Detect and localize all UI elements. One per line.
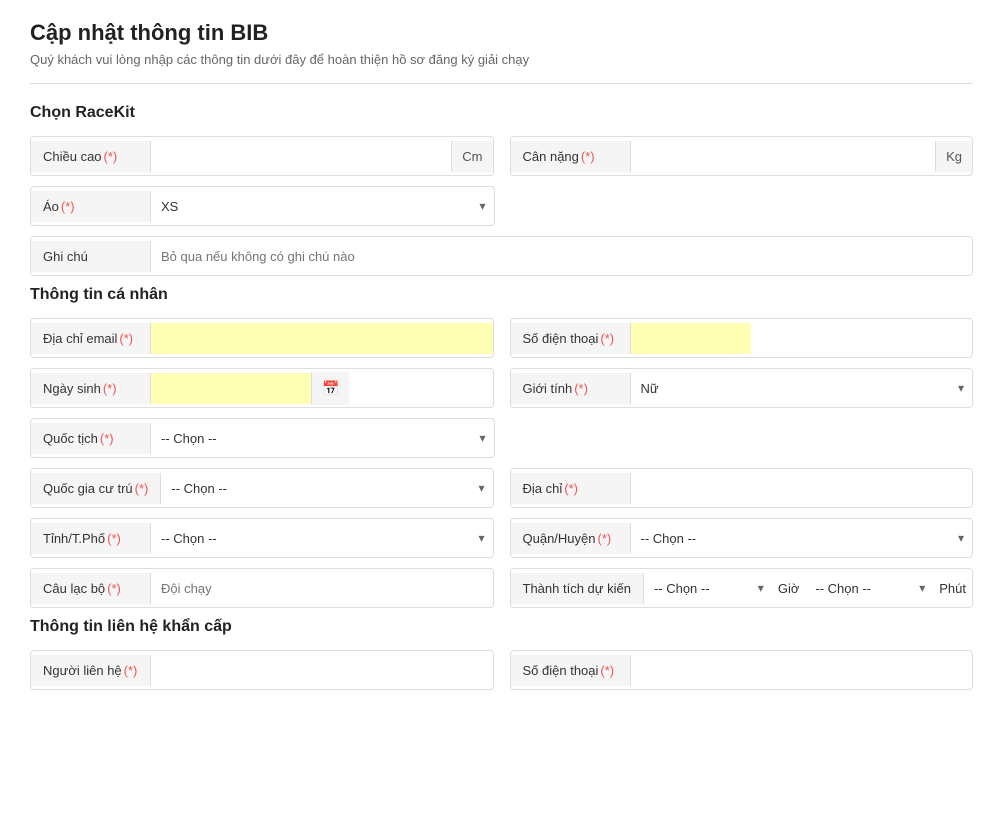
gender-select[interactable]: Nữ Nam <box>631 373 973 404</box>
province-select[interactable]: -- Chọn -- <box>151 523 493 554</box>
page-title: Cập nhật thông tin BIB <box>30 20 973 46</box>
emergency-phone-field-group: Số điện thoại(*) <box>510 650 974 690</box>
address-input[interactable] <box>631 473 973 504</box>
weight-label: Cân nặng(*) <box>511 141 631 172</box>
note-field-group: Ghi chú <box>30 236 973 276</box>
minute-label: Phút <box>933 581 972 596</box>
email-phone-row: Địa chỉ email(*) Số điện thoại(*) <box>30 318 973 358</box>
gender-label: Giới tính(*) <box>511 373 631 404</box>
achievement-select-wrapper: -- Chọn -- ▾ <box>644 573 772 604</box>
note-input[interactable] <box>151 241 972 272</box>
address-field-group: Địa chỉ(*) <box>510 468 974 508</box>
achievement-label: Thành tích dự kiến <box>511 573 644 604</box>
club-achievement-row: Câu lạc bộ(*) Thành tích dự kiến -- Chọn… <box>30 568 973 608</box>
club-input[interactable] <box>151 573 493 604</box>
club-label: Câu lạc bộ(*) <box>31 573 151 604</box>
height-input[interactable] <box>151 141 451 172</box>
racekit-section-title: Chọn RaceKit <box>30 104 973 122</box>
district-field-group: Quận/Huyện(*) -- Chọn -- ▾ <box>510 518 974 558</box>
weight-unit: Kg <box>935 141 972 172</box>
emergency-section-title: Thông tin liên hệ khẩn cấp <box>30 618 973 636</box>
phone-label: Số điện thoại(*) <box>511 323 631 354</box>
emergency-contact-field-group: Người liên hệ(*) <box>30 650 494 690</box>
hour-select[interactable]: -- Chọn -- <box>805 573 933 604</box>
shirt-row: Áo(*) XS S M L XL XXL ▾ <box>30 186 973 226</box>
province-select-wrapper: -- Chọn -- ▾ <box>151 523 493 554</box>
address-label: Địa chỉ(*) <box>511 473 631 504</box>
height-label: Chiều cao(*) <box>31 141 151 172</box>
height-field-group: Chiều cao(*) Cm <box>30 136 494 176</box>
achievement-field-group: Thành tích dự kiến -- Chọn -- ▾ Giờ -- C… <box>510 568 974 608</box>
nationality-select-wrapper: -- Chọn -- ▾ <box>151 423 494 454</box>
nationality-field-group: Quốc tịch(*) -- Chọn -- ▾ <box>30 418 495 458</box>
hour-label: Giờ <box>772 581 806 596</box>
shirt-select-wrapper: XS S M L XL XXL ▾ <box>151 191 494 222</box>
district-select-wrapper: -- Chọn -- ▾ <box>631 523 973 554</box>
country-select-wrapper: -- Chọn -- ▾ <box>161 473 492 504</box>
weight-field-group: Cân nặng(*) Kg <box>510 136 974 176</box>
email-field-group: Địa chỉ email(*) <box>30 318 494 358</box>
achievement-select[interactable]: -- Chọn -- <box>644 573 772 604</box>
dob-gender-row: Ngày sinh(*) 📅 Giới tính(*) Nữ Nam ▾ <box>30 368 973 408</box>
nationality-row: Quốc tịch(*) -- Chọn -- ▾ <box>30 418 973 458</box>
emergency-phone-input[interactable] <box>631 655 973 686</box>
divider <box>30 83 973 84</box>
country-address-row: Quốc gia cư trú(*) -- Chọn -- ▾ Địa chỉ(… <box>30 468 973 508</box>
nationality-select[interactable]: -- Chọn -- <box>151 423 494 454</box>
nationality-row-spacer <box>511 418 974 458</box>
province-district-row: Tỉnh/T.Phố(*) -- Chọn -- ▾ Quận/Huyện(*)… <box>30 518 973 558</box>
nationality-label: Quốc tịch(*) <box>31 423 151 454</box>
page-subtitle: Quý khách vui lòng nhập các thông tin dư… <box>30 52 973 67</box>
email-label: Địa chỉ email(*) <box>31 323 151 354</box>
dob-field-group: Ngày sinh(*) 📅 <box>30 368 494 408</box>
district-label: Quận/Huyện(*) <box>511 523 631 554</box>
phone-field-group: Số điện thoại(*) <box>510 318 974 358</box>
phone-input[interactable] <box>631 323 751 354</box>
note-label: Ghi chú <box>31 241 151 272</box>
email-input[interactable] <box>151 323 493 354</box>
province-field-group: Tỉnh/T.Phố(*) -- Chọn -- ▾ <box>30 518 494 558</box>
note-row: Ghi chú <box>30 236 973 276</box>
province-label: Tỉnh/T.Phố(*) <box>31 523 151 554</box>
emergency-contact-input[interactable] <box>151 655 493 686</box>
club-field-group: Câu lạc bộ(*) <box>30 568 494 608</box>
country-select[interactable]: -- Chọn -- <box>161 473 492 504</box>
calendar-icon[interactable]: 📅 <box>311 372 349 405</box>
weight-input[interactable] <box>631 141 936 172</box>
emergency-row: Người liên hệ(*) Số điện thoại(*) <box>30 650 973 690</box>
dob-input[interactable] <box>151 373 311 404</box>
district-select[interactable]: -- Chọn -- <box>631 523 973 554</box>
emergency-contact-label: Người liên hệ(*) <box>31 655 151 686</box>
hour-select-wrapper: -- Chọn -- ▾ <box>805 573 933 604</box>
country-label: Quốc gia cư trú(*) <box>31 473 161 504</box>
gender-field-group: Giới tính(*) Nữ Nam ▾ <box>510 368 974 408</box>
personal-section-title: Thông tin cá nhân <box>30 286 973 304</box>
emergency-phone-label: Số điện thoại(*) <box>511 655 631 686</box>
height-unit: Cm <box>451 141 492 172</box>
shirt-label: Áo(*) <box>31 191 151 222</box>
gender-select-wrapper: Nữ Nam ▾ <box>631 373 973 404</box>
country-field-group: Quốc gia cư trú(*) -- Chọn -- ▾ <box>30 468 494 508</box>
shirt-field-group: Áo(*) XS S M L XL XXL ▾ <box>30 186 495 226</box>
dob-label: Ngày sinh(*) <box>31 373 151 404</box>
shirt-row-spacer <box>511 186 974 226</box>
height-weight-row: Chiều cao(*) Cm Cân nặng(*) Kg <box>30 136 973 176</box>
shirt-select[interactable]: XS S M L XL XXL <box>151 191 494 222</box>
